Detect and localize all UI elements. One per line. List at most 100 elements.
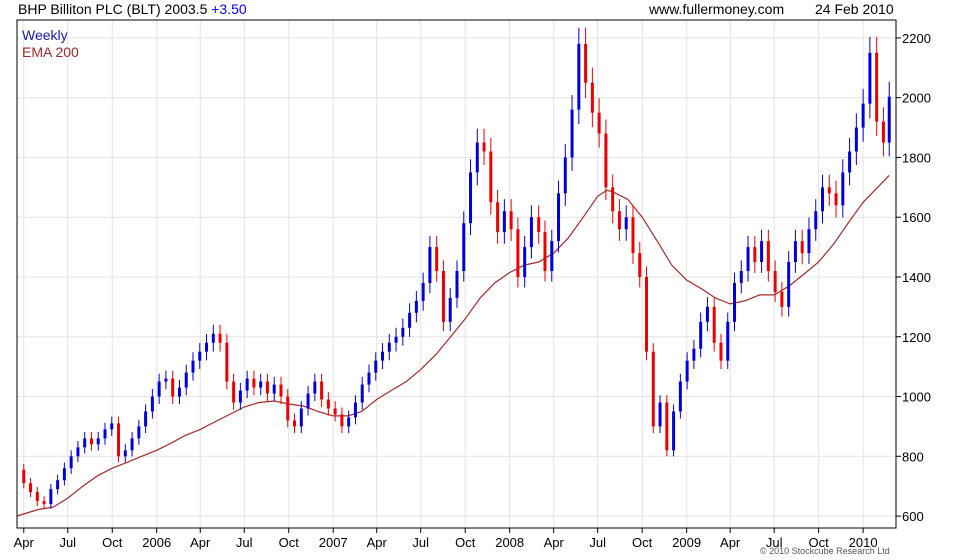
- price-bar-body: [191, 360, 195, 373]
- price-bar-body: [360, 384, 364, 403]
- x-tick-label: Oct: [279, 535, 300, 550]
- bar-layer: [22, 27, 891, 509]
- x-tick-label: Oct: [455, 535, 476, 550]
- price-bar-body: [509, 211, 513, 230]
- price-bar-body: [238, 390, 242, 403]
- price-bar-body: [482, 142, 486, 152]
- price-bar-body: [130, 438, 134, 451]
- price-bar-body: [421, 282, 425, 301]
- price-bar-body: [441, 271, 445, 322]
- price-bar-body: [83, 438, 87, 448]
- price-bar-body: [597, 112, 601, 134]
- price-bar-body: [218, 333, 222, 343]
- price-bar-body: [42, 501, 46, 505]
- price-bar-body: [875, 52, 879, 122]
- price-bar-body: [35, 492, 39, 502]
- y-tick-label: 1400: [902, 270, 931, 285]
- price-bar-body: [523, 247, 527, 277]
- price-bar-body: [584, 43, 588, 83]
- price-chart: 600 800 1000 1200 1400 1600 1800 2000 2200 Apr Ju…: [14, 19, 931, 550]
- price-bar-body: [861, 103, 865, 128]
- price-bar-body: [705, 306, 709, 322]
- y-tick-label: 2000: [902, 91, 931, 106]
- price-bar-body: [76, 447, 80, 457]
- price-bar-body: [22, 469, 26, 484]
- price-bar-body: [489, 151, 493, 203]
- price-bar-body: [469, 172, 473, 224]
- price-bar-body: [455, 271, 459, 298]
- price-bar-body: [89, 438, 93, 445]
- price-bar-body: [821, 187, 825, 212]
- price-bar-body: [834, 193, 838, 206]
- x-tick-label: Jul: [589, 535, 606, 550]
- price-bar-body: [841, 172, 845, 206]
- price-bar-body: [103, 429, 107, 439]
- price-bar-body: [157, 381, 161, 397]
- price-bar-body: [557, 193, 561, 242]
- price-bar-body: [631, 217, 635, 254]
- y-tick-label: 1600: [902, 210, 931, 225]
- price-bar-body: [773, 271, 777, 292]
- x-tick-label: 2006: [142, 535, 171, 550]
- price-bar-body: [367, 372, 371, 385]
- price-bar-body: [347, 417, 351, 427]
- y-tick-label: 2200: [902, 31, 931, 46]
- x-tick-label: Jul: [412, 535, 429, 550]
- price-bar-body: [29, 483, 33, 493]
- legend-weekly: Weekly: [22, 27, 68, 43]
- price-bar-body: [326, 399, 330, 409]
- price-bar-body: [225, 342, 229, 382]
- price-bar-body: [381, 351, 385, 361]
- y-tick-label: 600: [902, 509, 924, 524]
- price-bar-body: [726, 321, 730, 361]
- price-bar-body: [814, 211, 818, 230]
- price-bar-body: [205, 342, 209, 352]
- price-bar-body: [448, 297, 452, 322]
- price-bar-body: [766, 241, 770, 272]
- price-bar-body: [286, 396, 290, 421]
- price-bar-body: [692, 348, 696, 361]
- ema-layer: [16, 174, 890, 517]
- price-bar-body: [117, 423, 121, 457]
- price-bar-body: [604, 133, 608, 188]
- price-bar-body: [150, 396, 154, 412]
- price-bar-body: [543, 232, 547, 272]
- y-tick-label: 1000: [902, 390, 931, 405]
- price-bar-body: [685, 360, 689, 382]
- price-bar-body: [550, 241, 554, 272]
- price-bar-body: [374, 360, 378, 373]
- price-bar-body: [408, 312, 412, 328]
- price-bar-body: [414, 300, 418, 313]
- price-bar-body: [529, 217, 533, 248]
- price-bar-body: [658, 402, 662, 427]
- price-bar-body: [645, 276, 649, 352]
- price-bar-body: [827, 187, 831, 194]
- price-bar-body: [800, 241, 804, 254]
- price-bar-body: [563, 157, 567, 194]
- price-bar-body: [177, 387, 181, 397]
- price-bar-body: [69, 456, 73, 469]
- price-bar-body: [787, 262, 791, 307]
- price-bar-body: [198, 351, 202, 361]
- y-axis: 600 800 1000 1200 1400 1600 1800 2000 2200: [896, 31, 931, 524]
- price-bar-body: [848, 151, 852, 173]
- price-bar-body: [516, 229, 520, 277]
- price-bar-body: [868, 52, 872, 104]
- price-bar-body: [699, 321, 703, 349]
- price-bar-body: [137, 426, 141, 439]
- price-bar-body: [435, 247, 439, 272]
- x-tick-label: Apr: [14, 535, 35, 550]
- price-bar-body: [144, 411, 148, 427]
- x-tick-label: Jul: [59, 535, 76, 550]
- price-bar-body: [394, 336, 398, 343]
- price-bar-body: [881, 121, 885, 143]
- price-bar-body: [279, 384, 283, 397]
- x-tick-label: Apr: [367, 535, 388, 550]
- price-bar-body: [780, 291, 784, 307]
- x-tick-label: Apr: [544, 535, 565, 550]
- price-bar-body: [299, 408, 303, 427]
- price-bar-body: [252, 378, 256, 388]
- price-bar-body: [651, 351, 655, 427]
- price-bar-body: [760, 241, 764, 263]
- price-bar-body: [719, 342, 723, 361]
